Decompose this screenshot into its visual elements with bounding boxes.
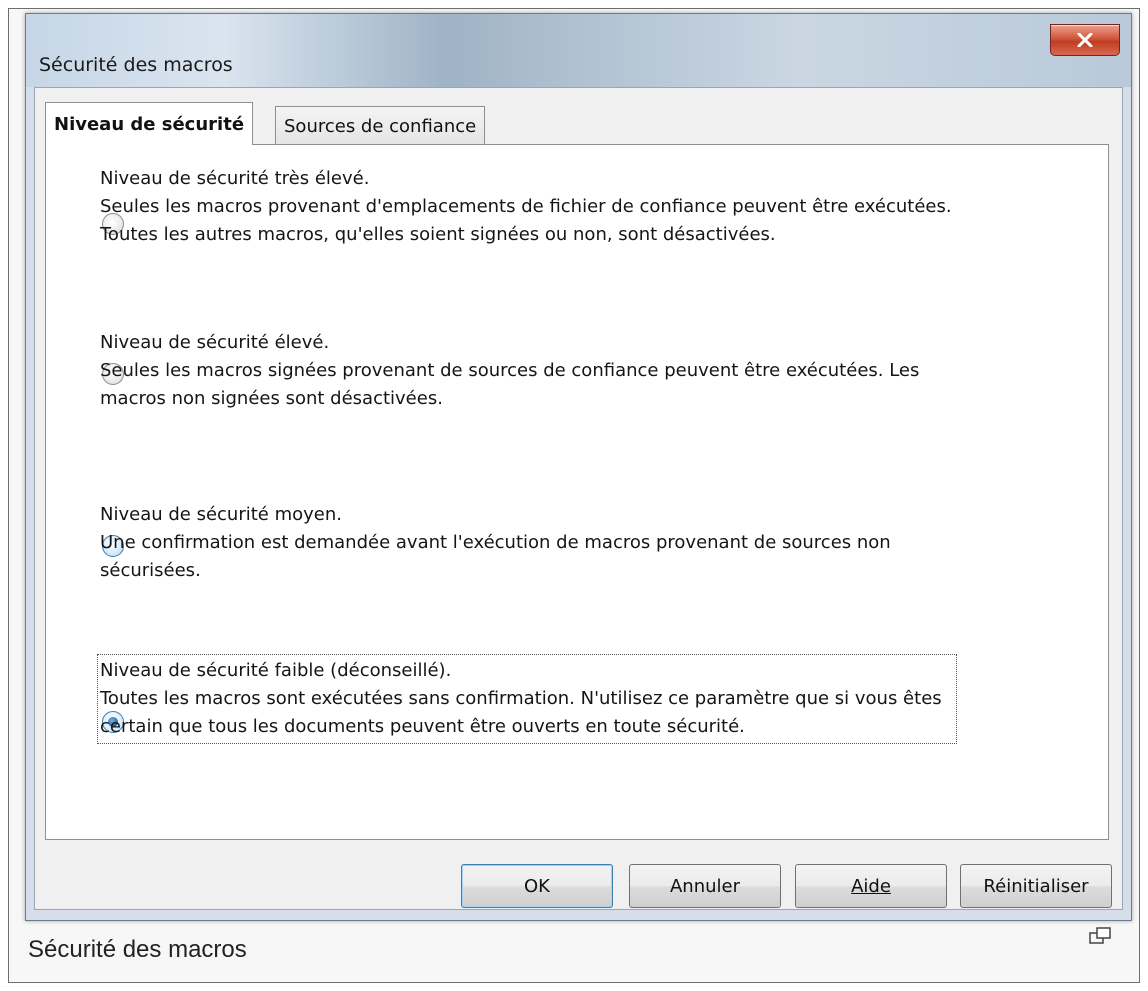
option-title: Niveau de sécurité moyen. — [100, 504, 342, 525]
figure-caption: Sécurité des macros — [28, 936, 247, 963]
option-title: Niveau de sécurité très élevé. — [100, 168, 370, 189]
security-level-panel: Niveau de sécurité très élevé. Seules le… — [45, 144, 1109, 840]
option-description: Toutes les macros sont exécutées sans co… — [100, 688, 942, 737]
tab-security-level[interactable]: Niveau de sécurité — [45, 102, 254, 145]
reset-label: Réinitialiser — [983, 875, 1089, 897]
help-label: Aide — [851, 875, 891, 897]
tab-trusted-sources[interactable]: Sources de confiance — [275, 106, 486, 145]
close-icon — [1077, 33, 1093, 47]
option-high[interactable]: Niveau de sécurité élevé. Seules les mac… — [100, 329, 980, 413]
cancel-button[interactable]: Annuler — [629, 864, 781, 908]
help-button[interactable]: Aide — [795, 864, 947, 908]
ok-button[interactable]: OK — [461, 864, 613, 908]
option-title: Niveau de sécurité faible (déconseillé). — [100, 660, 452, 681]
option-description: Une confirmation est demandée avant l'ex… — [100, 532, 891, 581]
dialog-body: Niveau de sécurité Sources de confiance … — [34, 87, 1123, 910]
macro-security-dialog: Sécurité des macros Niveau de sécurité S… — [25, 13, 1132, 921]
option-very-high[interactable]: Niveau de sécurité très élevé. Seules le… — [100, 165, 980, 249]
option-medium[interactable]: Niveau de sécurité moyen. Une confirmati… — [100, 501, 980, 585]
window-title: Sécurité des macros — [39, 54, 233, 76]
reset-button[interactable]: Réinitialiser — [960, 864, 1112, 908]
title-bar[interactable]: Sécurité des macros — [26, 14, 1131, 87]
option-description: Seules les macros signées provenant de s… — [100, 360, 920, 409]
option-low[interactable]: Niveau de sécurité faible (déconseillé).… — [97, 654, 957, 744]
option-title: Niveau de sécurité élevé. — [100, 332, 330, 353]
expand-icon[interactable] — [1089, 927, 1111, 947]
option-description: Seules les macros provenant d'emplacemen… — [100, 196, 952, 245]
close-button[interactable] — [1050, 24, 1120, 56]
